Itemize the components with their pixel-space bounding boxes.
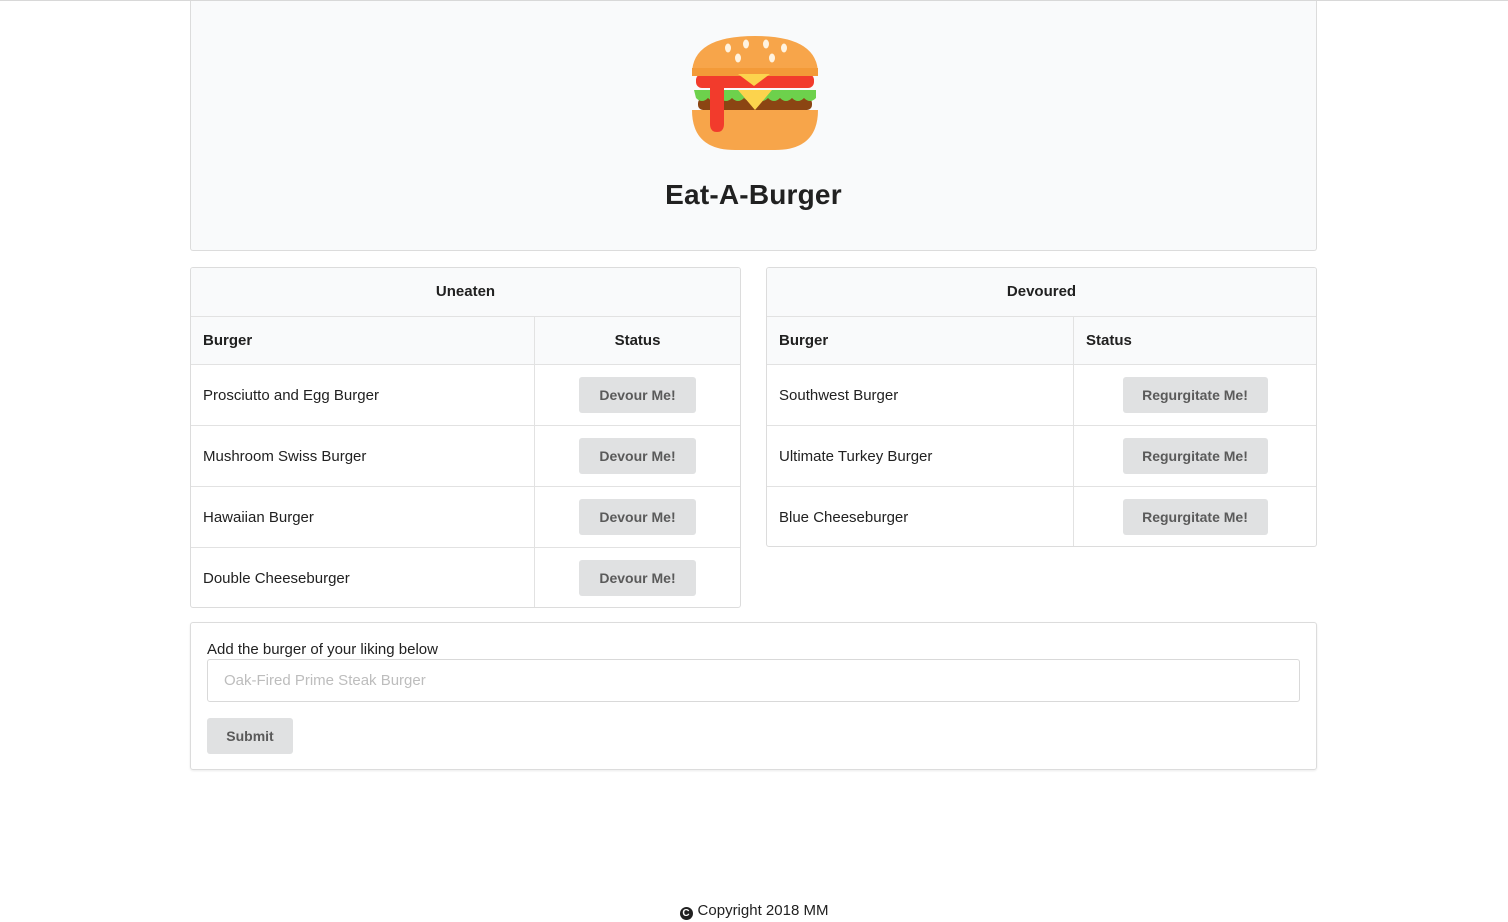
table-row: Mushroom Swiss Burger Devour Me! xyxy=(191,425,740,487)
uneaten-panel: Uneaten Burger Status Prosciutto and Egg… xyxy=(190,267,741,608)
column-header-burger: Burger xyxy=(191,317,535,365)
devour-button[interactable]: Devour Me! xyxy=(579,560,696,596)
burger-name: Prosciutto and Egg Burger xyxy=(191,364,535,426)
table-row: Double Cheeseburger Devour Me! xyxy=(191,547,740,607)
hero-header: Eat-A-Burger xyxy=(190,1,1317,251)
regurgitate-button[interactable]: Regurgitate Me! xyxy=(1122,499,1268,535)
regurgitate-button[interactable]: Regurgitate Me! xyxy=(1122,438,1268,474)
status-cell: Devour Me! xyxy=(534,364,740,426)
add-burger-form: Add the burger of your liking below Subm… xyxy=(190,622,1317,770)
page-container: Eat-A-Burger Uneaten Burger Status Prosc… xyxy=(190,1,1317,770)
devour-button[interactable]: Devour Me! xyxy=(579,377,696,413)
uneaten-panel-title: Uneaten xyxy=(191,268,740,317)
burger-name: Southwest Burger xyxy=(767,364,1074,426)
burger-name: Ultimate Turkey Burger xyxy=(767,425,1074,487)
footer: C Copyright 2018 MM xyxy=(0,902,1508,920)
status-cell: Regurgitate Me! xyxy=(1073,486,1316,546)
table-row: Blue Cheeseburger Regurgitate Me! xyxy=(767,486,1316,546)
status-cell: Devour Me! xyxy=(534,425,740,487)
burger-name-input[interactable] xyxy=(207,659,1300,702)
table-row: Prosciutto and Egg Burger Devour Me! xyxy=(191,364,740,426)
burger-name: Double Cheeseburger xyxy=(203,569,350,587)
column-header-status: Status xyxy=(534,317,740,365)
submit-button[interactable]: Submit xyxy=(207,718,293,754)
column-header-burger: Burger xyxy=(767,317,1074,365)
table-header-row: Burger Status xyxy=(767,317,1316,365)
burger-name: Mushroom Swiss Burger xyxy=(191,425,535,487)
uneaten-table: Burger Status Prosciutto and Egg Burger … xyxy=(191,317,740,607)
copyright-text: Copyright 2018 MM xyxy=(697,902,829,919)
burger-input-label: Add the burger of your liking below xyxy=(207,641,438,658)
page-title: Eat-A-Burger xyxy=(665,179,842,210)
table-row: Ultimate Turkey Burger Regurgitate Me! xyxy=(767,425,1316,487)
burger-icon xyxy=(692,36,818,150)
table-header-row: Burger Status xyxy=(191,317,740,365)
devoured-panel-title: Devoured xyxy=(767,268,1316,317)
copyright-icon: C xyxy=(679,907,693,920)
status-cell: Regurgitate Me! xyxy=(1073,425,1316,487)
devoured-table: Burger Status Southwest Burger Regurgita… xyxy=(767,317,1316,546)
devoured-panel: Devoured Burger Status Southwest Burger … xyxy=(766,267,1317,547)
column-header-status: Status xyxy=(1073,317,1316,365)
status-cell: Devour Me! xyxy=(534,486,740,548)
devour-button[interactable]: Devour Me! xyxy=(579,438,696,474)
table-row: Southwest Burger Regurgitate Me! xyxy=(767,364,1316,426)
burger-name: Blue Cheeseburger xyxy=(779,508,909,526)
status-cell: Devour Me! xyxy=(534,547,740,607)
burger-name: Hawaiian Burger xyxy=(191,486,535,548)
devour-button[interactable]: Devour Me! xyxy=(579,499,696,535)
table-row: Hawaiian Burger Devour Me! xyxy=(191,486,740,548)
regurgitate-button[interactable]: Regurgitate Me! xyxy=(1122,377,1268,413)
status-cell: Regurgitate Me! xyxy=(1073,364,1316,426)
